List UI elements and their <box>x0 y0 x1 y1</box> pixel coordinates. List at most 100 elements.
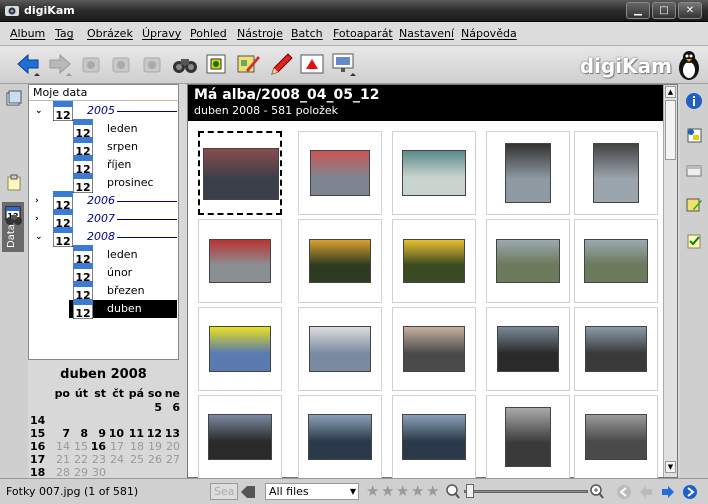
zoom-slider[interactable] <box>464 490 588 493</box>
tree-year-row[interactable]: › 12 2006 <box>29 190 178 212</box>
menu-album[interactable]: Album <box>10 27 45 40</box>
calendar-day[interactable]: 17 <box>104 440 124 453</box>
calendar-day[interactable]: 15 <box>68 440 88 453</box>
calendar-day[interactable]: 26 <box>142 453 162 466</box>
thumbnail-item[interactable] <box>574 395 658 479</box>
thumbnail-item[interactable] <box>486 307 570 391</box>
calendar-day[interactable]: 14 <box>50 440 70 453</box>
vertical-scrollbar[interactable]: ▲ ▼ <box>663 85 677 477</box>
close-button[interactable]: ✕ <box>678 2 702 19</box>
thumbnail-item[interactable] <box>486 219 570 303</box>
pencil-icon[interactable] <box>266 50 294 78</box>
menu-batch[interactable]: Batch <box>291 27 323 40</box>
star-icon[interactable]: ★ <box>396 483 411 500</box>
menu-camera[interactable]: Fotoaparát <box>333 27 393 40</box>
menu-image[interactable]: Obrázek <box>87 27 133 40</box>
star-icon[interactable]: ★ <box>411 483 426 500</box>
thumbnail-item[interactable] <box>392 395 476 479</box>
calendar-day[interactable]: 5 <box>142 401 162 414</box>
fullscreen-icon[interactable] <box>330 50 358 78</box>
last-image-icon[interactable] <box>682 484 698 500</box>
maximize-button[interactable]: □ <box>652 2 676 19</box>
calendar-day[interactable]: 9 <box>86 427 106 440</box>
star-icon[interactable]: ★ <box>366 483 381 500</box>
expand-arrow-right-icon[interactable]: › <box>35 210 39 228</box>
forward-arrow-icon[interactable] <box>46 50 74 78</box>
zoom-slider-handle[interactable] <box>466 484 474 498</box>
thumbnail-item[interactable] <box>198 395 282 479</box>
expand-arrow-down-icon[interactable]: ⌄ <box>35 102 43 120</box>
print-icon[interactable] <box>138 50 166 78</box>
albums-icon[interactable] <box>5 90 23 108</box>
tree-month-row[interactable]: 12 leden <box>29 118 178 140</box>
thumbnail-item[interactable] <box>392 131 476 215</box>
calendar-day[interactable]: 24 <box>104 453 124 466</box>
calendar-day[interactable]: 20 <box>160 440 180 453</box>
star-icon[interactable]: ★ <box>426 483 441 500</box>
comments-tags-icon[interactable] <box>685 196 703 214</box>
menu-edit[interactable]: Úpravy <box>142 27 181 40</box>
tree-month-row[interactable]: 12 duben <box>29 298 178 320</box>
calendar-day[interactable]: 27 <box>160 453 180 466</box>
thumbnail-item[interactable] <box>574 219 658 303</box>
search-field[interactable]: Sea <box>210 483 238 500</box>
menu-settings[interactable]: Nastavení <box>399 27 454 40</box>
slideshow-icon[interactable] <box>298 50 326 78</box>
next-arrow-icon[interactable] <box>660 484 676 500</box>
expand-arrow-down-icon[interactable]: ⌄ <box>35 228 43 246</box>
tree-month-row[interactable]: 12 březen <box>29 280 178 302</box>
star-icon[interactable]: ★ <box>381 483 396 500</box>
calendar-day[interactable]: 8 <box>68 427 88 440</box>
metadata-icon[interactable] <box>685 126 703 144</box>
thumbnail-item[interactable] <box>486 131 570 215</box>
tree-month-row[interactable]: 12 prosinec <box>29 172 178 194</box>
search-binoculars-icon[interactable] <box>5 210 23 228</box>
menu-view[interactable]: Pohled <box>190 27 227 40</box>
thumbnail-item[interactable] <box>298 307 382 391</box>
menu-tools[interactable]: Nástroje <box>237 27 283 40</box>
thumbnail-item[interactable] <box>574 307 658 391</box>
calendar-day[interactable]: 23 <box>86 453 106 466</box>
colors-icon[interactable] <box>685 162 703 180</box>
calendar-day[interactable]: 21 <box>50 453 70 466</box>
rating-filter[interactable]: ★ ★ ★ ★ ★ <box>366 483 441 500</box>
tree-year-row[interactable]: › 12 2007 <box>29 208 178 230</box>
thumbnail-item[interactable] <box>392 307 476 391</box>
minimize-button[interactable]: ▁ <box>626 2 650 19</box>
calendar-day[interactable]: 19 <box>142 440 162 453</box>
back-arrow-icon[interactable] <box>14 50 42 78</box>
tree-month-row[interactable]: 12 únor <box>29 262 178 284</box>
geolocation-icon[interactable] <box>685 232 703 250</box>
rotate-right-icon[interactable] <box>107 50 135 78</box>
first-image-icon[interactable] <box>616 484 632 500</box>
tree-month-row[interactable]: 12 říjen <box>29 154 178 176</box>
image-properties-icon[interactable] <box>202 50 230 78</box>
thumbnail-item[interactable] <box>574 131 658 215</box>
calendar-day[interactable]: 16 <box>86 440 106 453</box>
thumbnail-item[interactable] <box>392 219 476 303</box>
tree-month-row[interactable]: 12 srpen <box>29 136 178 158</box>
tags-icon[interactable] <box>5 174 23 192</box>
rotate-left-icon[interactable] <box>77 50 105 78</box>
scroll-down-button[interactable]: ▼ <box>665 461 676 473</box>
scroll-thumb[interactable] <box>665 100 676 160</box>
thumbnail-item[interactable] <box>198 219 282 303</box>
tree-year-row[interactable]: ⌄ 12 2005 <box>29 100 178 122</box>
search-clear-icon[interactable] <box>241 486 255 498</box>
zoom-out-icon[interactable] <box>446 484 460 500</box>
calendar-day[interactable]: 18 <box>124 440 144 453</box>
thumbnail-item[interactable] <box>298 219 382 303</box>
calendar-day[interactable]: 10 <box>104 427 124 440</box>
scroll-up-button[interactable]: ▲ <box>665 86 676 98</box>
calendar-day[interactable]: 12 <box>142 427 162 440</box>
previous-arrow-icon[interactable] <box>638 484 654 500</box>
calendar-day[interactable]: 6 <box>160 401 180 414</box>
calendar-day[interactable]: 25 <box>124 453 144 466</box>
thumbnail-item[interactable] <box>298 131 382 215</box>
binoculars-icon[interactable] <box>171 50 199 78</box>
thumbnail-item[interactable] <box>486 395 570 479</box>
thumbnail-item[interactable] <box>298 395 382 479</box>
thumbnail-item[interactable] <box>198 307 282 391</box>
calendar-day[interactable]: 22 <box>68 453 88 466</box>
thumbnail-item[interactable] <box>198 131 282 215</box>
